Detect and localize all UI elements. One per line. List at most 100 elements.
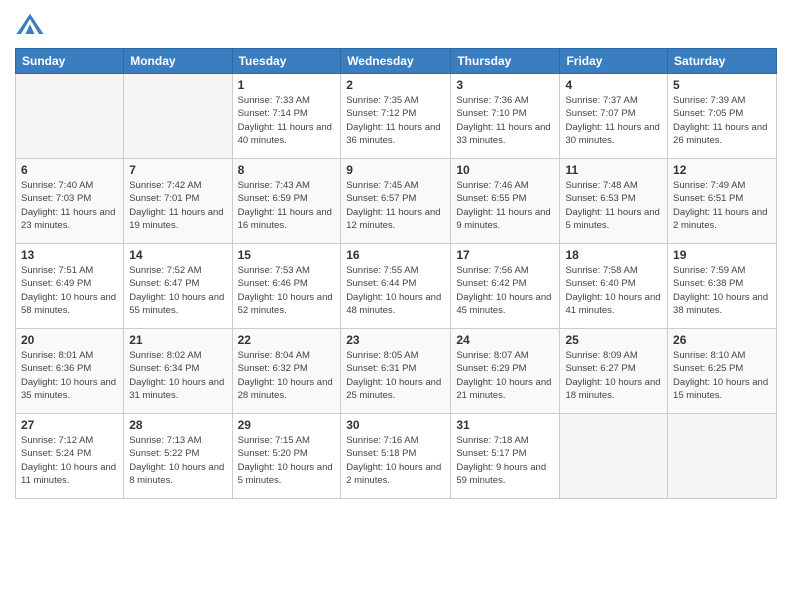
calendar-cell-w5-d5: [560, 414, 668, 499]
day-info: Sunrise: 8:02 AMSunset: 6:34 PMDaylight:…: [129, 349, 226, 402]
day-number: 9: [346, 163, 445, 177]
day-info: Sunrise: 7:18 AMSunset: 5:17 PMDaylight:…: [456, 434, 554, 487]
day-info: Sunrise: 7:35 AMSunset: 7:12 PMDaylight:…: [346, 94, 445, 147]
calendar-cell-w5-d0: 27 Sunrise: 7:12 AMSunset: 5:24 PMDayligh…: [16, 414, 124, 499]
day-number: 31: [456, 418, 554, 432]
day-number: 7: [129, 163, 226, 177]
day-info: Sunrise: 7:46 AMSunset: 6:55 PMDaylight:…: [456, 179, 554, 232]
day-number: 25: [565, 333, 662, 347]
calendar-cell-w2-d6: 12 Sunrise: 7:49 AMSunset: 6:51 PMDayligh…: [668, 159, 777, 244]
week-row-3: 13 Sunrise: 7:51 AMSunset: 6:49 PMDayligh…: [16, 244, 777, 329]
col-sunday: Sunday: [16, 49, 124, 74]
day-number: 16: [346, 248, 445, 262]
day-info: Sunrise: 7:37 AMSunset: 7:07 PMDaylight:…: [565, 94, 662, 147]
page: Sunday Monday Tuesday Wednesday Thursday…: [0, 0, 792, 612]
day-number: 11: [565, 163, 662, 177]
day-info: Sunrise: 7:12 AMSunset: 5:24 PMDaylight:…: [21, 434, 118, 487]
day-info: Sunrise: 7:53 AMSunset: 6:46 PMDaylight:…: [238, 264, 336, 317]
day-info: Sunrise: 8:05 AMSunset: 6:31 PMDaylight:…: [346, 349, 445, 402]
week-row-5: 27 Sunrise: 7:12 AMSunset: 5:24 PMDayligh…: [16, 414, 777, 499]
day-info: Sunrise: 7:48 AMSunset: 6:53 PMDaylight:…: [565, 179, 662, 232]
day-info: Sunrise: 7:49 AMSunset: 6:51 PMDaylight:…: [673, 179, 771, 232]
day-info: Sunrise: 7:16 AMSunset: 5:18 PMDaylight:…: [346, 434, 445, 487]
calendar-cell-w4-d0: 20 Sunrise: 8:01 AMSunset: 6:36 PMDayligh…: [16, 329, 124, 414]
day-number: 3: [456, 78, 554, 92]
day-number: 13: [21, 248, 118, 262]
calendar-cell-w4-d4: 24Sunrise: 8:07 AMSunset: 6:29 PMDayligh…: [451, 329, 560, 414]
day-info: Sunrise: 7:56 AMSunset: 6:42 PMDaylight:…: [456, 264, 554, 317]
calendar-cell-w1-d1: [124, 74, 232, 159]
calendar-cell-w2-d5: 11 Sunrise: 7:48 AMSunset: 6:53 PMDayligh…: [560, 159, 668, 244]
col-tuesday: Tuesday: [232, 49, 341, 74]
calendar-cell-w5-d2: 29 Sunrise: 7:15 AMSunset: 5:20 PMDayligh…: [232, 414, 341, 499]
day-number: 23: [346, 333, 445, 347]
day-info: Sunrise: 7:58 AMSunset: 6:40 PMDaylight:…: [565, 264, 662, 317]
calendar-cell-w2-d4: 10 Sunrise: 7:46 AMSunset: 6:55 PMDayligh…: [451, 159, 560, 244]
day-info: Sunrise: 8:01 AMSunset: 6:36 PMDaylight:…: [21, 349, 118, 402]
day-number: 1: [238, 78, 336, 92]
calendar-cell-w1-d6: 5 Sunrise: 7:39 AMSunset: 7:05 PMDaylight…: [668, 74, 777, 159]
day-info: Sunrise: 8:07 AMSunset: 6:29 PMDaylight:…: [456, 349, 554, 402]
calendar-cell-w5-d1: 28Sunrise: 7:13 AMSunset: 5:22 PMDayligh…: [124, 414, 232, 499]
day-number: 29: [238, 418, 336, 432]
calendar-cell-w1-d0: [16, 74, 124, 159]
day-info: Sunrise: 7:36 AMSunset: 7:10 PMDaylight:…: [456, 94, 554, 147]
day-info: Sunrise: 7:40 AMSunset: 7:03 PMDaylight:…: [21, 179, 118, 232]
day-number: 26: [673, 333, 771, 347]
calendar-cell-w5-d3: 30Sunrise: 7:16 AMSunset: 5:18 PMDayligh…: [341, 414, 451, 499]
day-number: 14: [129, 248, 226, 262]
header: [15, 10, 777, 40]
col-friday: Friday: [560, 49, 668, 74]
day-info: Sunrise: 7:59 AMSunset: 6:38 PMDaylight:…: [673, 264, 771, 317]
day-info: Sunrise: 7:39 AMSunset: 7:05 PMDaylight:…: [673, 94, 771, 147]
calendar-cell-w1-d3: 2 Sunrise: 7:35 AMSunset: 7:12 PMDaylight…: [341, 74, 451, 159]
day-number: 4: [565, 78, 662, 92]
day-number: 28: [129, 418, 226, 432]
day-info: Sunrise: 7:15 AMSunset: 5:20 PMDaylight:…: [238, 434, 336, 487]
calendar-cell-w4-d1: 21 Sunrise: 8:02 AMSunset: 6:34 PMDayligh…: [124, 329, 232, 414]
calendar-table: Sunday Monday Tuesday Wednesday Thursday…: [15, 48, 777, 499]
day-number: 6: [21, 163, 118, 177]
col-thursday: Thursday: [451, 49, 560, 74]
calendar-cell-w3-d0: 13 Sunrise: 7:51 AMSunset: 6:49 PMDayligh…: [16, 244, 124, 329]
day-number: 27: [21, 418, 118, 432]
day-info: Sunrise: 8:04 AMSunset: 6:32 PMDaylight:…: [238, 349, 336, 402]
day-number: 5: [673, 78, 771, 92]
day-number: 17: [456, 248, 554, 262]
calendar-cell-w4-d3: 23 Sunrise: 8:05 AMSunset: 6:31 PMDayligh…: [341, 329, 451, 414]
day-number: 12: [673, 163, 771, 177]
calendar-header-row: Sunday Monday Tuesday Wednesday Thursday…: [16, 49, 777, 74]
calendar-cell-w3-d3: 16Sunrise: 7:55 AMSunset: 6:44 PMDayligh…: [341, 244, 451, 329]
calendar-cell-w3-d6: 19 Sunrise: 7:59 AMSunset: 6:38 PMDayligh…: [668, 244, 777, 329]
calendar-cell-w1-d5: 4 Sunrise: 7:37 AMSunset: 7:07 PMDaylight…: [560, 74, 668, 159]
day-number: 10: [456, 163, 554, 177]
calendar-cell-w4-d2: 22 Sunrise: 8:04 AMSunset: 6:32 PMDayligh…: [232, 329, 341, 414]
day-number: 18: [565, 248, 662, 262]
day-number: 19: [673, 248, 771, 262]
day-info: Sunrise: 7:51 AMSunset: 6:49 PMDaylight:…: [21, 264, 118, 317]
day-info: Sunrise: 7:43 AMSunset: 6:59 PMDaylight:…: [238, 179, 336, 232]
calendar-cell-w1-d2: 1Sunrise: 7:33 AMSunset: 7:14 PMDaylight…: [232, 74, 341, 159]
calendar-cell-w4-d5: 25 Sunrise: 8:09 AMSunset: 6:27 PMDayligh…: [560, 329, 668, 414]
day-number: 20: [21, 333, 118, 347]
week-row-2: 6 Sunrise: 7:40 AMSunset: 7:03 PMDaylight…: [16, 159, 777, 244]
calendar-cell-w2-d3: 9 Sunrise: 7:45 AMSunset: 6:57 PMDaylight…: [341, 159, 451, 244]
day-number: 15: [238, 248, 336, 262]
calendar-cell-w1-d4: 3 Sunrise: 7:36 AMSunset: 7:10 PMDaylight…: [451, 74, 560, 159]
day-info: Sunrise: 8:09 AMSunset: 6:27 PMDaylight:…: [565, 349, 662, 402]
logo-icon: [15, 10, 45, 40]
calendar-cell-w4-d6: 26Sunrise: 8:10 AMSunset: 6:25 PMDayligh…: [668, 329, 777, 414]
calendar-cell-w5-d6: [668, 414, 777, 499]
calendar-cell-w2-d2: 8Sunrise: 7:43 AMSunset: 6:59 PMDaylight…: [232, 159, 341, 244]
day-number: 2: [346, 78, 445, 92]
day-info: Sunrise: 7:52 AMSunset: 6:47 PMDaylight:…: [129, 264, 226, 317]
calendar-cell-w2-d1: 7Sunrise: 7:42 AMSunset: 7:01 PMDaylight…: [124, 159, 232, 244]
day-number: 21: [129, 333, 226, 347]
col-saturday: Saturday: [668, 49, 777, 74]
week-row-1: 1Sunrise: 7:33 AMSunset: 7:14 PMDaylight…: [16, 74, 777, 159]
calendar-cell-w3-d4: 17 Sunrise: 7:56 AMSunset: 6:42 PMDayligh…: [451, 244, 560, 329]
day-number: 22: [238, 333, 336, 347]
col-monday: Monday: [124, 49, 232, 74]
calendar-cell-w3-d1: 14 Sunrise: 7:52 AMSunset: 6:47 PMDayligh…: [124, 244, 232, 329]
day-info: Sunrise: 7:45 AMSunset: 6:57 PMDaylight:…: [346, 179, 445, 232]
